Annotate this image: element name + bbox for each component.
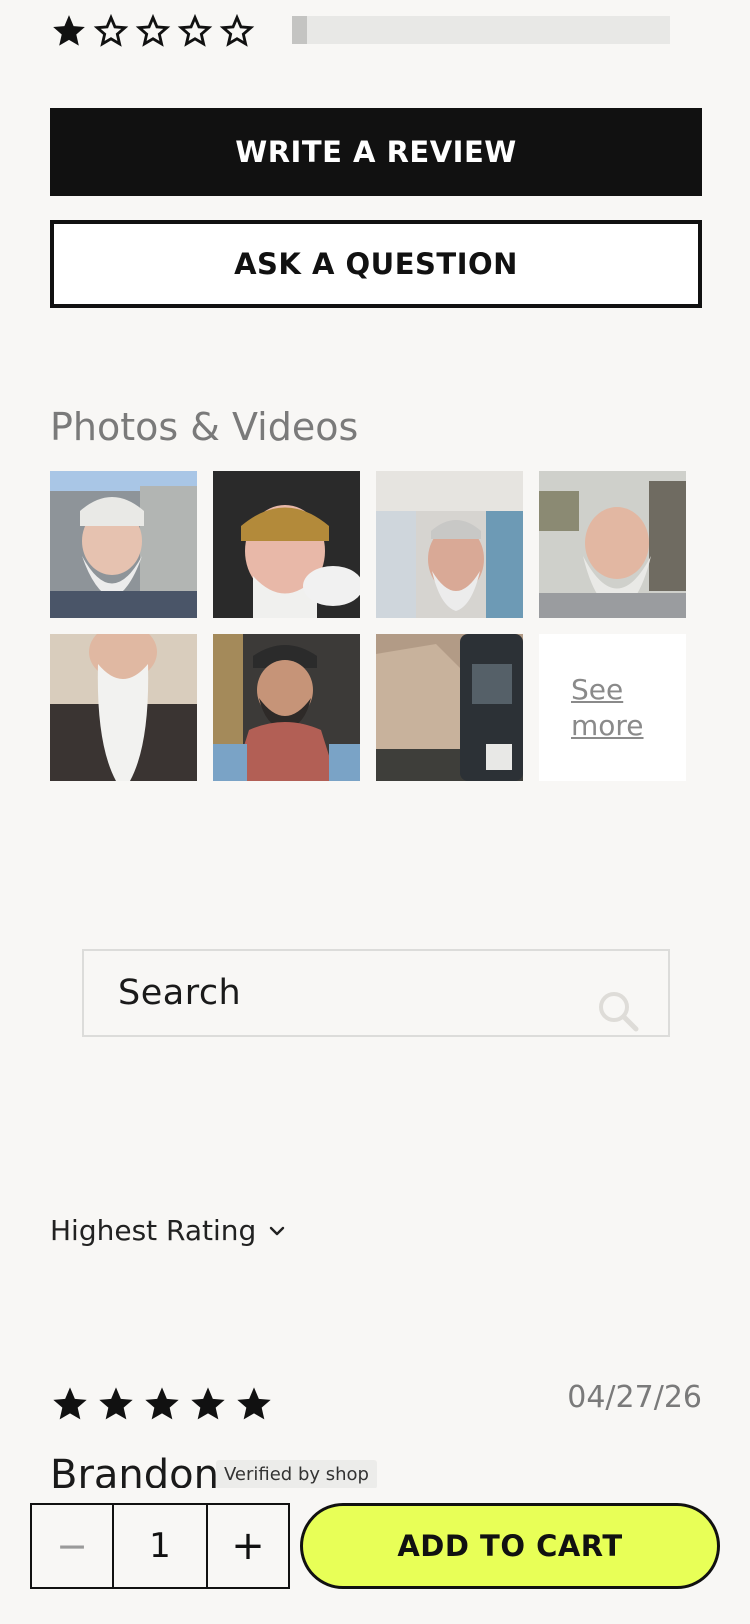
- increase-quantity-button[interactable]: +: [208, 1505, 288, 1587]
- review-photo-thumbnail[interactable]: [376, 634, 523, 781]
- review-date: 04/27/26: [567, 1380, 702, 1415]
- search-placeholder: Search: [118, 973, 242, 1013]
- sort-selected-label: Highest Rating: [50, 1214, 257, 1247]
- write-review-button[interactable]: WRITE A REVIEW: [50, 108, 702, 196]
- quantity-field[interactable]: 1: [114, 1505, 208, 1587]
- chevron-down-icon: [270, 1226, 285, 1235]
- quantity-stepper: − 1 +: [30, 1503, 290, 1589]
- see-more-text-line1: See: [571, 672, 624, 706]
- review-photo-thumbnail[interactable]: [50, 634, 197, 781]
- search-icon[interactable]: [596, 989, 640, 1033]
- review-photo-thumbnail[interactable]: [376, 471, 523, 618]
- star-outline-icon: [93, 13, 129, 47]
- review-photo-thumbnail[interactable]: [213, 634, 360, 781]
- star-filled-icon: [53, 1387, 87, 1420]
- ask-question-button[interactable]: ASK A QUESTION: [50, 220, 702, 308]
- review-photo-thumbnail[interactable]: [539, 471, 686, 618]
- star-filled-icon: [191, 1387, 225, 1420]
- star-filled-icon: [237, 1387, 271, 1420]
- star-filled-icon: [53, 15, 85, 46]
- review-stars: [50, 1384, 274, 1424]
- review-photo-thumbnail[interactable]: [213, 471, 360, 618]
- media-grid: See more: [50, 471, 690, 781]
- star-outline-icon: [135, 13, 171, 47]
- star-filled-icon: [99, 1387, 133, 1420]
- see-more-link[interactable]: See more: [539, 634, 686, 781]
- star-outline-icon: [219, 13, 255, 47]
- review-photo-thumbnail[interactable]: [50, 471, 197, 618]
- star-outline-icon: [177, 13, 213, 47]
- rating-bar-fill: [292, 16, 308, 44]
- photos-videos-heading: Photos & Videos: [50, 405, 359, 449]
- verified-badge: Verified by shop: [216, 1460, 377, 1489]
- see-more-text-line2: more: [571, 708, 644, 742]
- decrease-quantity-button[interactable]: −: [32, 1505, 114, 1587]
- rating-distribution-bar[interactable]: [292, 16, 670, 44]
- star-filled-icon: [145, 1387, 179, 1420]
- sort-dropdown[interactable]: Highest Rating: [50, 1214, 288, 1247]
- search-input[interactable]: Search: [82, 949, 670, 1037]
- add-to-cart-button[interactable]: ADD TO CART: [300, 1503, 720, 1589]
- rating-stars-row: [50, 12, 256, 48]
